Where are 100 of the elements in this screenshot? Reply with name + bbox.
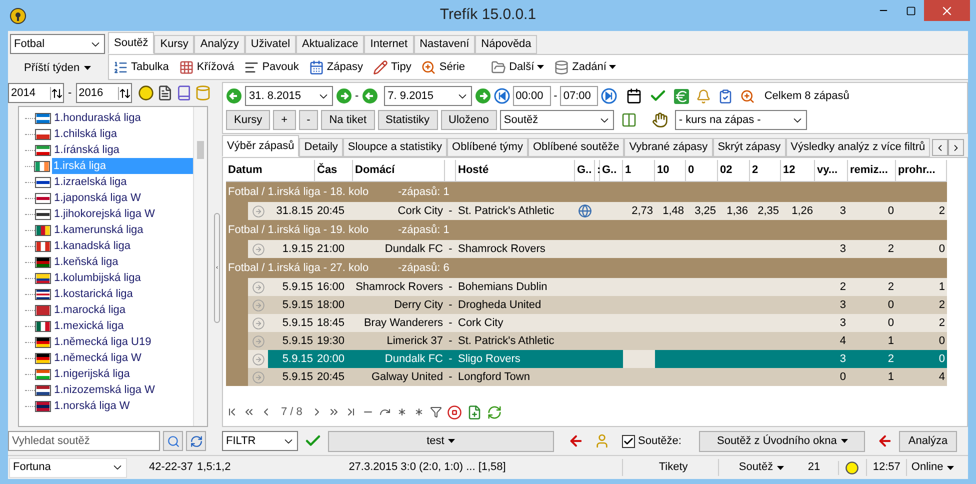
separator-text: - <box>448 370 454 385</box>
separator-text: - <box>448 242 454 257</box>
league-item[interactable]: 1.marocká liga <box>53 302 127 318</box>
stat-cell-text: 4 <box>838 334 847 349</box>
time-to-field[interactable]: 07:00 <box>560 86 598 106</box>
league-item[interactable]: 1.nigerijská liga <box>53 366 131 382</box>
filter-select[interactable]: FILTR <box>222 431 298 451</box>
view-tab[interactable]: Oblíbené týmy <box>447 138 528 157</box>
separator-text: - <box>355 88 359 104</box>
date-to-select[interactable]: 7. 9.2015 <box>384 86 472 106</box>
view-tab[interactable]: Výsledky analýz z více filtrů <box>786 138 930 157</box>
ribbon-button[interactable]: Zápasy <box>308 58 363 76</box>
preset-button[interactable]: test <box>328 430 554 452</box>
home-team-cell-text: Bray Wanderers <box>362 316 444 331</box>
match-row[interactable]: 31.8.15 20:45 Cork City - St. Patrick's Athletic 2,73 1,48 3,25 1,36 2,35 1,26 3 0 2 <box>248 202 947 220</box>
ribbon-button[interactable]: Další <box>491 58 544 76</box>
action-button[interactable]: Statistiky <box>378 110 438 130</box>
away-team-cell-text: Shamrock Rovers <box>457 242 546 257</box>
competition-button[interactable]: Soutěž <box>718 459 802 476</box>
view-tab[interactable]: Výběr zápasů <box>222 135 300 157</box>
stat-cell-text: 3 <box>838 298 847 313</box>
separator-text: - <box>67 86 73 101</box>
menu-tab[interactable]: Analýzy <box>194 35 245 54</box>
ribbon-button[interactable]: Křížová <box>178 58 234 76</box>
league-item[interactable]: 1.izraelská liga <box>53 174 128 190</box>
match-row[interactable]: 5.9.15 19:30 Limerick 37 - St. Patrick's Athletic 4 1 0 <box>248 332 947 350</box>
tickets-text: Tikety <box>622 459 718 476</box>
ribbon-button[interactable]: Série <box>421 58 466 76</box>
group-title: Fotbal / 1.irská liga - 27. kolo <box>227 260 370 276</box>
league-item[interactable]: 1.kolumbijská liga <box>53 270 142 286</box>
action-button[interactable]: - <box>298 110 318 130</box>
menu-tab[interactable]: Soutěž <box>108 32 154 54</box>
league-item[interactable]: 1.kamerunská liga <box>53 222 144 238</box>
menu-tab[interactable]: Aktualizace <box>296 35 364 54</box>
menu-tab[interactable]: Uživatel <box>244 35 296 54</box>
match-row[interactable]: 5.9.15 18:45 Bray Wanderers - Cork City 3 0 2 <box>248 314 947 332</box>
match-row[interactable]: 5.9.15 16:00 Shamrock Rovers - Bohemians Dublin 2 2 1 <box>248 278 947 296</box>
menu-tab[interactable]: Nápověda <box>475 35 538 54</box>
league-item[interactable]: 1.kanadská liga <box>53 238 132 254</box>
separator-text: - <box>448 280 454 295</box>
stat-cell-text: 0 <box>938 242 946 257</box>
menu-tab[interactable]: Nastavení <box>414 35 476 54</box>
stat-cell-text: 1 <box>886 334 895 349</box>
ribbon-button[interactable]: Tipy <box>373 58 412 76</box>
league-item[interactable]: 1.mexická liga <box>53 318 125 334</box>
year-spinner[interactable]: 2016 <box>76 83 132 103</box>
time-from-field[interactable]: 00:00 <box>512 86 551 106</box>
action-button[interactable]: Uloženo <box>440 110 497 130</box>
view-tab[interactable]: Detaily <box>299 138 343 157</box>
menu-tab[interactable]: Internet <box>364 35 414 54</box>
separator-text: - <box>554 88 558 104</box>
action-button[interactable]: Na tiket <box>321 110 375 130</box>
match-row[interactable]: 1.9.15 21:00 Dundalk FC - Shamrock Rovers 3 2 0 <box>248 240 947 258</box>
league-item[interactable]: 1.honduraská liga <box>53 110 142 126</box>
ribbon-button[interactable]: Tabulka <box>113 58 169 76</box>
match-row[interactable]: 5.9.15 18:00 Derry City - Drogheda United 3 0 2 <box>248 296 947 314</box>
match-row[interactable]: 5.9.15 20:45 Galway United - Longford Town 0 1 4 <box>248 368 947 386</box>
connection-button[interactable]: Online <box>906 459 954 476</box>
date-cell-text: 5.9.15 <box>281 298 314 313</box>
search-field[interactable]: Vyhledat soutěž <box>8 431 160 451</box>
clock-text: 12:57 <box>866 459 906 476</box>
date-cell-text: 5.9.15 <box>281 280 314 295</box>
date-cell-text: 5.9.15 <box>281 316 314 331</box>
action-button[interactable]: + <box>273 110 296 130</box>
league-item[interactable]: 1.jihokorejská liga W <box>53 206 156 222</box>
analyze-button[interactable]: Analýza <box>899 430 957 452</box>
menu-tab[interactable]: Kursy <box>154 35 194 54</box>
league-item[interactable]: 1.íránská liga <box>53 142 120 158</box>
ribbon-button[interactable]: Pavouk <box>244 58 299 76</box>
bookmaker-select[interactable]: Fortuna <box>9 458 127 478</box>
sport-select[interactable]: Fotbal <box>10 34 105 54</box>
source-button[interactable]: Soutěž z Úvodního okna <box>699 430 866 452</box>
league-item[interactable]: 1.kostarická liga <box>53 286 134 302</box>
time-cell-text: 19:30 <box>316 334 346 349</box>
time-cell-text: 20:45 <box>316 204 346 219</box>
action-button[interactable]: Kursy <box>226 110 270 130</box>
date-from-select[interactable]: 31. 8.2015 <box>245 86 333 106</box>
view-tab[interactable]: Skrýt zápasy <box>712 138 786 157</box>
away-team-cell-text: Bohemians Dublin <box>457 280 548 295</box>
view-tab[interactable]: Sloupce a statistiky <box>342 138 448 157</box>
league-item[interactable]: 1.norská liga W <box>53 398 131 414</box>
league-item[interactable]: 1.nizozemská liga W <box>53 382 156 398</box>
competitions-checkbox[interactable]: Soutěže: <box>622 432 682 450</box>
ribbon-button[interactable]: Zadání <box>554 58 616 76</box>
league-item[interactable]: 1.keňská liga <box>53 254 120 270</box>
odds-cell-text: 3,25 <box>694 204 717 219</box>
odds-select[interactable]: - kurs na zápas - <box>674 110 807 130</box>
view-tab[interactable]: Vybrané zápasy <box>624 138 713 157</box>
match-row[interactable]: 5.9.15 20:00 Dundalk FC - Sligo Rovers 3 2 0 <box>248 350 947 368</box>
league-item[interactable]: 1.německá liga U19 <box>53 334 152 350</box>
competition-select[interactable]: Soutěž <box>500 110 614 130</box>
league-item[interactable]: 1.japonská liga W <box>53 190 142 206</box>
odds-cell-text: 1,48 <box>662 204 685 219</box>
period-button[interactable]: Příští týden <box>24 60 91 76</box>
stat-cell-text: 2 <box>886 242 895 257</box>
view-tab[interactable]: Oblíbené soutěže <box>528 138 624 157</box>
year-spinner[interactable]: 2014 <box>8 83 64 103</box>
league-item[interactable]: 1.německá liga W <box>53 350 142 366</box>
league-item[interactable]: 1.chilská liga <box>53 126 118 142</box>
stat-cell-text: 3 <box>838 204 847 219</box>
